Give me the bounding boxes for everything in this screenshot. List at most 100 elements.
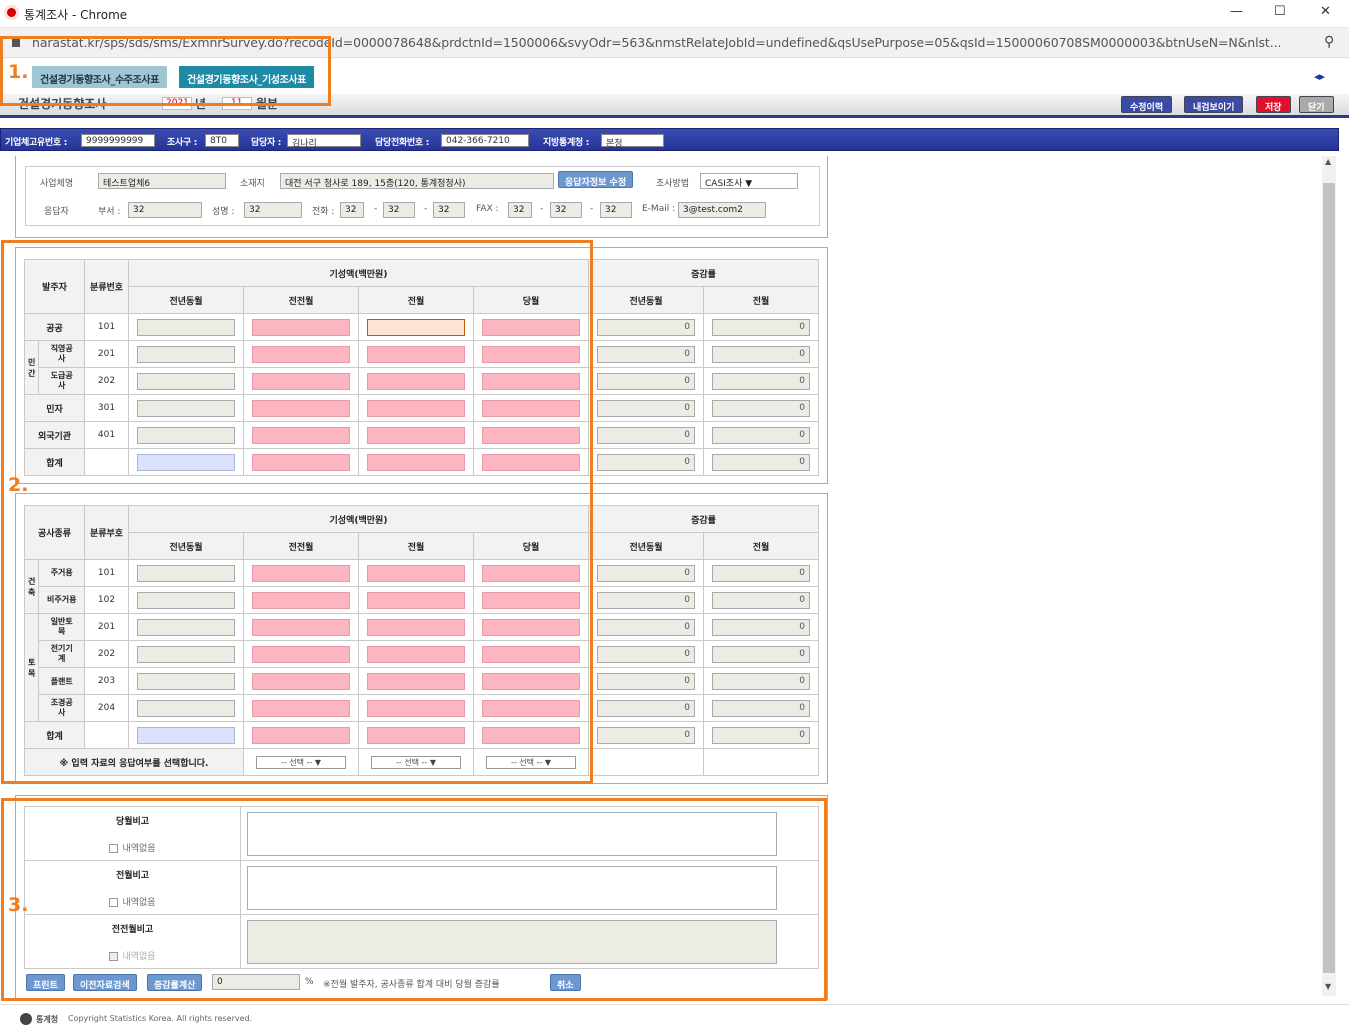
cell: 0 [588, 559, 704, 587]
company-name-field[interactable]: 테스트업체6 [98, 173, 226, 189]
fax-field-3[interactable]: 32 [600, 202, 632, 218]
nav-arrows-icon[interactable]: ◂▸ [1314, 70, 1325, 83]
cell: 0 [588, 340, 704, 368]
manager-label: 담당자 : [251, 138, 282, 148]
change-yoy: 0 [597, 399, 695, 417]
cell: 0 [588, 694, 704, 722]
title-bar: 통계조사 - Chrome — ☐ ✕ [0, 0, 1349, 28]
dash-3: - [540, 204, 544, 214]
sub-header: 전년동월 [588, 532, 704, 560]
cell: 0 [703, 586, 819, 614]
close-form-button[interactable]: 닫기 [1299, 96, 1334, 113]
change-yoy: 0 [597, 672, 695, 690]
resp-name-label: 성명 : [212, 207, 235, 217]
chrome-app-icon [4, 5, 19, 20]
history-button[interactable]: 수정이력 [1121, 96, 1173, 113]
change-yoy: 0 [597, 645, 695, 663]
change-mom: 0 [712, 699, 810, 717]
scrollbar-thumb[interactable] [1323, 183, 1335, 973]
dept-label: 부서 : [98, 207, 121, 217]
manager-value: 김나리 [287, 134, 361, 149]
logo-icon [20, 1013, 32, 1025]
annotation-box-1 [0, 36, 331, 106]
tel-label: 전화 : [312, 207, 335, 217]
cell: 0 [588, 586, 704, 614]
cell: 0 [588, 613, 704, 641]
respondent-label: 응답자 [44, 207, 69, 217]
method-select[interactable]: CASI조사 ▼ [700, 173, 798, 189]
change-mom: 0 [712, 399, 810, 417]
cell: 0 [703, 559, 819, 587]
surveyor-label: 조사구 : [167, 138, 198, 148]
cell: 0 [703, 394, 819, 422]
maximize-button[interactable]: ☐ [1274, 4, 1286, 19]
minimize-button[interactable]: — [1230, 4, 1243, 19]
change-mom: 0 [712, 618, 810, 636]
cell: 0 [588, 640, 704, 668]
cell: 0 [703, 448, 819, 476]
address-field[interactable]: 대전 서구 청사로 189, 15층(120, 통계청청사) [280, 173, 554, 189]
fax-label: FAX : [476, 204, 499, 214]
cell: 0 [703, 613, 819, 641]
change-mom: 0 [712, 645, 810, 663]
browser-window: 통계조사 - Chrome — ☐ ✕ narastat.kr/sps/sds/… [0, 0, 1349, 1034]
cell: 0 [588, 367, 704, 395]
annotation-box-3 [1, 798, 827, 1001]
edit-respondent-button[interactable]: 응답자정보 수정 [558, 171, 634, 188]
dept-field[interactable]: 32 [128, 202, 202, 218]
annotation-label-3: 3. [8, 894, 29, 916]
change-mom: 0 [712, 426, 810, 444]
phone-label: 담당전화번호 : [375, 138, 430, 148]
cell [703, 748, 819, 776]
change-mom: 0 [712, 372, 810, 390]
resp-name-field[interactable]: 32 [244, 202, 302, 218]
sub-header: 전월 [703, 532, 819, 560]
fax-field-1[interactable]: 32 [508, 202, 532, 218]
scrollbar[interactable]: ▲ ▼ [1322, 156, 1336, 996]
address-label: 소재지 [240, 179, 265, 189]
change-yoy: 0 [597, 318, 695, 336]
office-label: 지방통계청 : [543, 138, 590, 148]
cell: 0 [703, 367, 819, 395]
change-mom: 0 [712, 453, 810, 471]
annotation-box-2 [1, 240, 593, 784]
corp-id-value: 9999999999 [81, 134, 155, 147]
change-yoy: 0 [597, 345, 695, 363]
cell: 0 [588, 448, 704, 476]
dash-1: - [374, 204, 378, 214]
cell: 0 [588, 394, 704, 422]
tel-field-2[interactable]: 32 [383, 202, 415, 218]
cell: 0 [703, 340, 819, 368]
window-title: 통계조사 - Chrome [24, 8, 128, 22]
scroll-up-icon[interactable]: ▲ [1325, 157, 1331, 166]
cell: 0 [703, 721, 819, 749]
company-box: 사업체명 테스트업체6 소재지 대전 서구 청사로 189, 15층(120, … [15, 156, 828, 238]
change-mom: 0 [712, 345, 810, 363]
change-yoy: 0 [597, 426, 695, 444]
fax-field-2[interactable]: 32 [550, 202, 582, 218]
annotation-label-2: 2. [8, 474, 29, 496]
tel-field-3[interactable]: 32 [433, 202, 465, 218]
method-label: 조사방법 [656, 179, 690, 189]
cell: 0 [703, 667, 819, 695]
email-field[interactable]: 3@test.com2 [678, 202, 766, 218]
cell: 0 [588, 313, 704, 341]
change-yoy: 0 [597, 699, 695, 717]
surveyor-value: 8T0 [205, 134, 239, 147]
preview-button[interactable]: 내검보이기 [1184, 96, 1244, 113]
corp-id-label: 기업체고유번호 : [5, 138, 67, 148]
change-yoy: 0 [597, 726, 695, 744]
tel-field-1[interactable]: 32 [340, 202, 364, 218]
close-window-button[interactable]: ✕ [1320, 4, 1331, 19]
scroll-down-icon[interactable]: ▼ [1325, 982, 1331, 991]
save-button[interactable]: 저장 [1256, 96, 1291, 113]
dash-4: - [590, 204, 594, 214]
phone-value: 042-366-7210 [441, 134, 529, 147]
cell: 0 [703, 313, 819, 341]
annotation-label-1: 1. [8, 61, 29, 83]
email-label: E-Mail : [642, 204, 676, 214]
change-mom: 0 [712, 726, 810, 744]
cell: 0 [703, 421, 819, 449]
zoom-icon[interactable]: ⚲ [1324, 34, 1334, 50]
respondent-info-bar: 기업체고유번호 : 9999999999 조사구 : 8T0 담당자 : 김나리… [0, 128, 1339, 151]
